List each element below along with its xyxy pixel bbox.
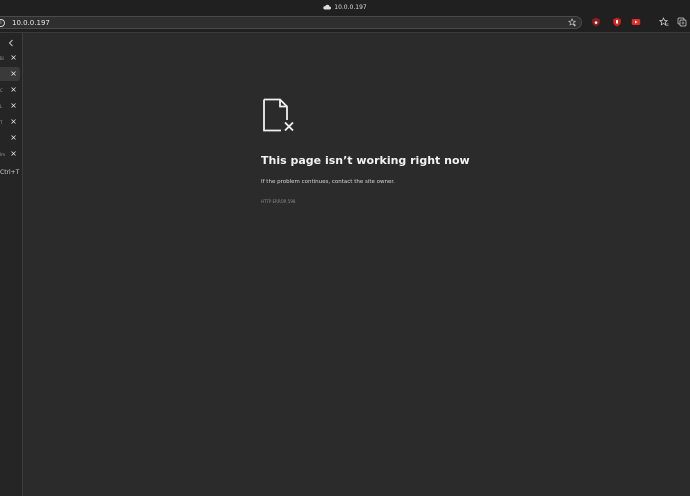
lastpass-icon[interactable] xyxy=(612,17,622,27)
favorites-icon[interactable] xyxy=(659,17,669,27)
close-tab-icon[interactable] xyxy=(10,150,17,157)
close-tab-icon[interactable] xyxy=(10,102,17,109)
close-tab-icon[interactable] xyxy=(10,118,17,125)
add-favorite-icon[interactable] xyxy=(568,18,577,27)
tab-title: Im xyxy=(0,151,6,157)
cloud-icon xyxy=(323,4,332,10)
tab-item[interactable]: Im xyxy=(0,147,20,161)
error-code: HTTP ERROR 598 xyxy=(261,199,296,204)
close-tab-icon[interactable] xyxy=(10,86,17,93)
tab-item-active[interactable] xyxy=(0,67,20,81)
broken-document-icon xyxy=(263,98,294,132)
close-tab-icon[interactable] xyxy=(10,70,17,77)
tab-title: L xyxy=(0,103,3,109)
collapse-sidebar-icon[interactable] xyxy=(8,39,14,47)
tab-title: Bi xyxy=(0,55,4,61)
address-bar[interactable]: i 10.0.0.197 xyxy=(0,16,582,29)
close-tab-icon[interactable] xyxy=(10,134,17,141)
error-title: This page isn’t working right now xyxy=(261,154,470,167)
address-url[interactable]: 10.0.0.197 xyxy=(12,19,50,27)
site-info-icon[interactable]: i xyxy=(0,18,5,27)
window-title-bar: 10.0.0.197 xyxy=(0,0,690,14)
collections-icon[interactable] xyxy=(677,17,687,27)
tab-item[interactable]: L xyxy=(0,99,20,113)
tab-item[interactable]: Bi xyxy=(0,51,20,65)
tab-item[interactable]: T xyxy=(0,115,20,129)
new-tab-shortcut[interactable]: Ctrl+T xyxy=(0,169,19,176)
ublock-icon[interactable]: ● xyxy=(591,17,601,27)
svg-text:●: ● xyxy=(594,20,597,24)
tab-item[interactable] xyxy=(0,131,20,145)
error-message: If the problem continues, contact the si… xyxy=(261,179,395,185)
youtube-icon[interactable] xyxy=(631,17,641,27)
window-title: 10.0.0.197 xyxy=(334,3,367,11)
close-tab-icon[interactable] xyxy=(10,54,17,61)
page-content: This page isn’t working right now If the… xyxy=(23,33,690,496)
tab-title: T xyxy=(0,119,3,125)
tab-item[interactable]: C xyxy=(0,83,20,97)
tab-title: C xyxy=(0,87,3,93)
vertical-tabs-sidebar: Bi C L T Im xyxy=(0,33,23,496)
